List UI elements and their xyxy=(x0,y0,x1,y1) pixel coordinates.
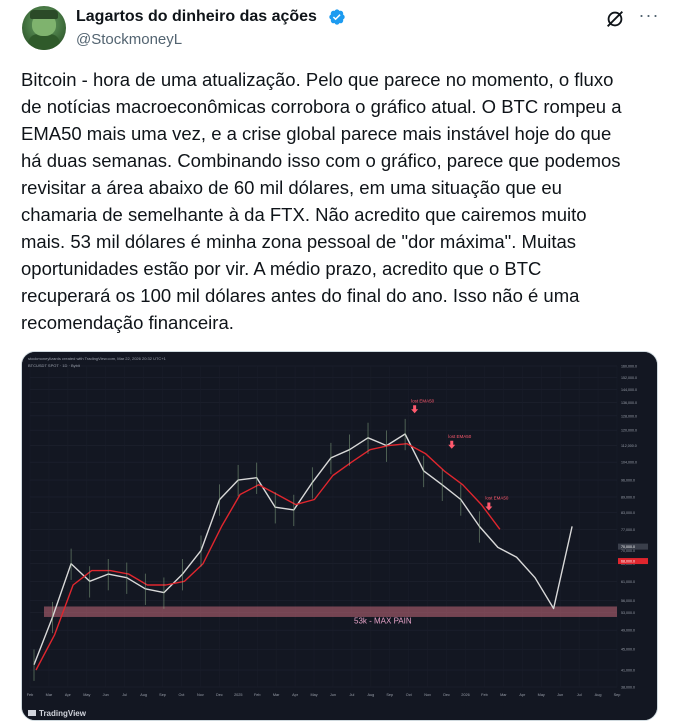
x-tick-label: Apr xyxy=(519,693,526,697)
y-tick-label: 104,000.0 xyxy=(621,461,637,465)
avatar-body xyxy=(28,34,60,50)
y-tick-label: 70,000.0 xyxy=(621,549,635,553)
btc-chart: stockmoneylizards created with TradingVi… xyxy=(22,352,657,720)
y-tick-label: 83,000.0 xyxy=(621,511,635,515)
grok-icon[interactable] xyxy=(604,8,626,30)
lost-ema50-annotation: lost EMA50 xyxy=(448,434,472,439)
y-tick-label: 89,000.0 xyxy=(621,495,635,499)
x-tick-label: Mar xyxy=(500,693,507,697)
x-tick-label: Jul xyxy=(349,693,354,697)
y-tick-label: 128,000.0 xyxy=(621,414,637,418)
x-tick-label: Apr xyxy=(292,693,299,697)
x-tick-label: Jul xyxy=(122,693,127,697)
tweet-text-line: recomendação financeira. xyxy=(21,312,234,333)
x-tick-label: Dec xyxy=(443,693,450,697)
y-tick-label: 120,000.0 xyxy=(621,429,637,433)
y-tick-label: 112,000.0 xyxy=(621,444,637,448)
tweet-text-line: de notícias macroeconômicas corrobora o … xyxy=(21,96,622,117)
tweet-text-line: chamaria de semelhante à da FTX. Não acr… xyxy=(21,204,587,225)
y-tick-label: 160,000.0 xyxy=(621,365,637,369)
y-tick-label: 77,000.0 xyxy=(621,528,635,532)
x-tick-label: May xyxy=(310,693,317,697)
y-tick-label: 96,000.0 xyxy=(621,479,635,483)
x-tick-label: 2026 xyxy=(461,693,469,697)
max-pain-zone xyxy=(44,606,617,617)
chart-symbol: BTCUSDT SPOT · 1D · Bybit xyxy=(28,363,81,368)
x-tick-label: Feb xyxy=(27,693,34,697)
tweet-text-line: EMA50 mais uma vez, e a crise global par… xyxy=(21,123,612,144)
y-tick-label: 61,000.0 xyxy=(621,580,635,584)
x-tick-label: Aug xyxy=(140,693,147,697)
x-tick-label: Sep xyxy=(159,693,166,697)
tweet-text-line: há duas semanas. Combinando isso com o g… xyxy=(21,150,621,171)
price-label: 70,000.0 xyxy=(621,545,635,549)
y-tick-label: 45,000.0 xyxy=(621,648,635,652)
tradingview-logo-icon xyxy=(28,710,36,716)
y-tick-label: 144,000.0 xyxy=(621,388,637,392)
x-tick-label: Apr xyxy=(65,693,72,697)
y-tick-label: 56,000.0 xyxy=(621,599,635,603)
y-tick-label: 136,000.0 xyxy=(621,401,637,405)
x-tick-label: Oct xyxy=(406,693,413,697)
more-icon[interactable]: ··· xyxy=(636,6,662,28)
chart-header: stockmoneylizards created with TradingVi… xyxy=(28,356,167,361)
y-tick-label: 38,000.0 xyxy=(621,686,635,690)
x-tick-label: Mar xyxy=(273,693,280,697)
tweet-text: Bitcoin - hora de uma atualização. Pelo … xyxy=(21,66,661,336)
lost-ema50-annotation: lost EMA50 xyxy=(411,398,435,403)
x-tick-label: Aug xyxy=(367,693,374,697)
tradingview-footer: TradingView xyxy=(39,709,87,718)
x-tick-label: Feb xyxy=(481,693,488,697)
max-pain-label: 53k - MAX PAIN xyxy=(354,616,412,625)
tweet-text-line: recuperará os 100 mil dólares antes do f… xyxy=(21,285,580,306)
tweet-text-line: mais. 53 mil dólares é minha zona pessoa… xyxy=(21,231,577,252)
x-tick-label: Jun xyxy=(330,693,336,697)
y-tick-label: 152,000.0 xyxy=(621,376,637,380)
x-tick-label: May xyxy=(538,693,545,697)
x-tick-label: Nov xyxy=(424,693,431,697)
verified-badge-icon xyxy=(329,9,345,25)
x-tick-label: Dec xyxy=(216,693,223,697)
y-tick-label: 41,000.0 xyxy=(621,669,635,673)
x-tick-label: Nov xyxy=(197,693,204,697)
x-tick-label: Aug xyxy=(595,693,602,697)
x-tick-label: Jun xyxy=(557,693,563,697)
tweet-text-line: Bitcoin - hora de uma atualização. Pelo … xyxy=(21,69,614,90)
author-display-name[interactable]: Lagartos do dinheiro das ações xyxy=(76,8,317,26)
x-tick-label: May xyxy=(83,693,90,697)
lost-ema50-annotation: lost EMA50 xyxy=(485,495,509,500)
avatar[interactable] xyxy=(22,6,66,50)
x-tick-label: Feb xyxy=(254,693,261,697)
price-label: 68,000.0 xyxy=(621,560,635,564)
avatar-hat xyxy=(30,10,58,19)
tweet-text-line: revisitar a área abaixo de 60 mil dólare… xyxy=(21,177,562,198)
x-tick-label: Jun xyxy=(103,693,109,697)
x-tick-label: Sep xyxy=(386,693,393,697)
x-tick-label: 2025 xyxy=(234,693,242,697)
y-tick-label: 53,000.0 xyxy=(621,611,635,615)
x-tick-label: Mar xyxy=(46,693,53,697)
chart-image[interactable]: stockmoneylizards created with TradingVi… xyxy=(21,351,658,721)
tweet-text-line: oportunidades estão por vir. A médio pra… xyxy=(21,258,542,279)
x-tick-label: Oct xyxy=(179,693,186,697)
x-tick-label: Sep xyxy=(614,693,621,697)
x-tick-label: Jul xyxy=(577,693,582,697)
tweet: Lagartos do dinheiro das ações @Stockmon… xyxy=(0,0,676,721)
author-handle[interactable]: @StockmoneyL xyxy=(76,31,182,48)
y-tick-label: 49,000.0 xyxy=(621,629,635,633)
